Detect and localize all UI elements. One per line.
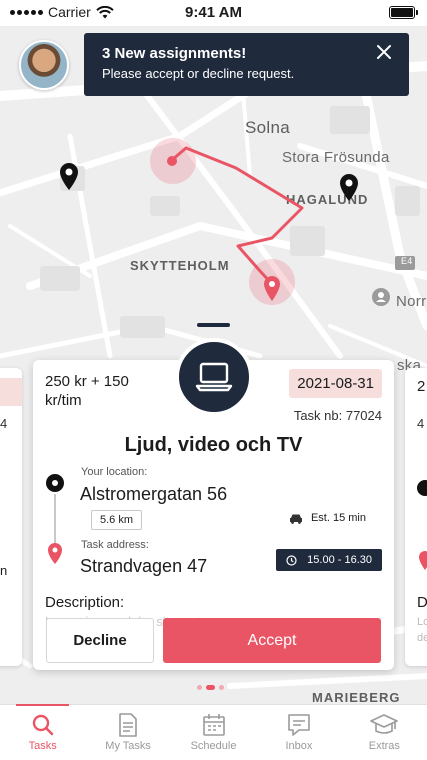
task-address-pin-icon: [48, 543, 62, 564]
next-card-desc-line1: Lo: [417, 616, 427, 628]
your-location-marker: [46, 474, 64, 492]
previous-card-number: 4: [0, 416, 8, 431]
accept-button[interactable]: Accept: [163, 618, 381, 663]
estimate-text: Est. 15 min: [310, 512, 366, 524]
task-address: Strandvagen 47: [80, 556, 208, 576]
tab-schedule[interactable]: Schedule: [171, 705, 256, 760]
document-icon: [119, 713, 137, 737]
next-card-desc: D: [417, 594, 427, 611]
time-window-text: 15.00 - 16.30: [307, 554, 372, 566]
category-badge: [175, 338, 253, 416]
task-number: Task nb: 77024: [293, 408, 382, 423]
tab-my-tasks-label: My Tasks: [105, 740, 151, 752]
task-date-badge: 2021-08-31: [289, 369, 382, 398]
route-connector: [54, 494, 56, 546]
avatar[interactable]: [19, 40, 69, 90]
notification-title: 3 New assignments!: [102, 45, 247, 62]
notification-text: Please accept or decline request.: [102, 66, 295, 81]
task-address-label: Task address:: [81, 539, 149, 551]
estimate-info: Est. 15 min: [289, 512, 366, 524]
your-location-address: Alstromergatan 56: [80, 484, 228, 504]
tab-my-tasks[interactable]: My Tasks: [85, 705, 170, 760]
tab-bar: Tasks My Tasks Schedule Inbox Extras: [0, 704, 427, 760]
distance-badge: 5.6 km: [91, 510, 143, 530]
time-window-badge: 15.00 - 16.30: [276, 549, 382, 571]
next-task-card[interactable]: 2 4 D Lo de: [405, 368, 427, 666]
your-location-label: Your location:: [81, 466, 148, 478]
tab-extras-label: Extras: [368, 740, 400, 752]
car-icon: [289, 514, 302, 524]
tab-inbox-label: Inbox: [285, 740, 313, 752]
previous-card-date-badge: [0, 378, 22, 406]
status-bar: Carrier 9:41 AM: [0, 0, 427, 26]
map-pin-icon[interactable]: [339, 174, 359, 202]
task-price: 250 kr + 150 kr/tim: [45, 373, 129, 409]
decline-button[interactable]: Decline: [46, 618, 154, 663]
drag-handle[interactable]: [197, 323, 230, 327]
clock: 9:41 AM: [185, 4, 242, 21]
tab-tasks-label: Tasks: [28, 740, 57, 752]
next-card-date: 2: [417, 378, 426, 395]
description-label: Description:: [45, 594, 125, 611]
task-title: Ljud, video och TV: [124, 434, 303, 456]
tab-schedule-label: Schedule: [190, 740, 237, 752]
pager-dot: [197, 685, 202, 690]
previous-task-card[interactable]: 4 n: [0, 368, 22, 666]
tab-tasks[interactable]: Tasks: [0, 704, 85, 760]
next-card-pin-icon: [419, 551, 427, 570]
chat-icon: [288, 714, 310, 736]
search-icon: [32, 714, 54, 736]
task-card[interactable]: 250 kr + 150 kr/tim 2021-08-31 Task nb: …: [33, 338, 394, 670]
graduation-cap-icon: [370, 714, 399, 734]
tab-inbox[interactable]: Inbox: [256, 705, 341, 760]
next-card-desc-line2: de: [417, 632, 427, 644]
pager-dot-active: [206, 685, 215, 690]
route-destination-pin-icon[interactable]: [263, 276, 281, 302]
assignments-notification: 3 New assignments! Please accept or decl…: [84, 33, 409, 96]
clock-icon: [286, 554, 297, 566]
next-card-location-dot: [417, 480, 427, 496]
previous-card-text: n: [0, 563, 8, 578]
laptop-icon: [195, 362, 233, 392]
map-pin-icon[interactable]: [59, 163, 79, 191]
calendar-icon: [202, 714, 225, 736]
tab-extras[interactable]: Extras: [342, 705, 427, 760]
pager-dot: [219, 685, 224, 690]
battery-icon: [389, 6, 418, 19]
card-pager: [197, 685, 224, 690]
close-icon[interactable]: [375, 43, 393, 61]
next-card-number: 4: [417, 416, 425, 431]
